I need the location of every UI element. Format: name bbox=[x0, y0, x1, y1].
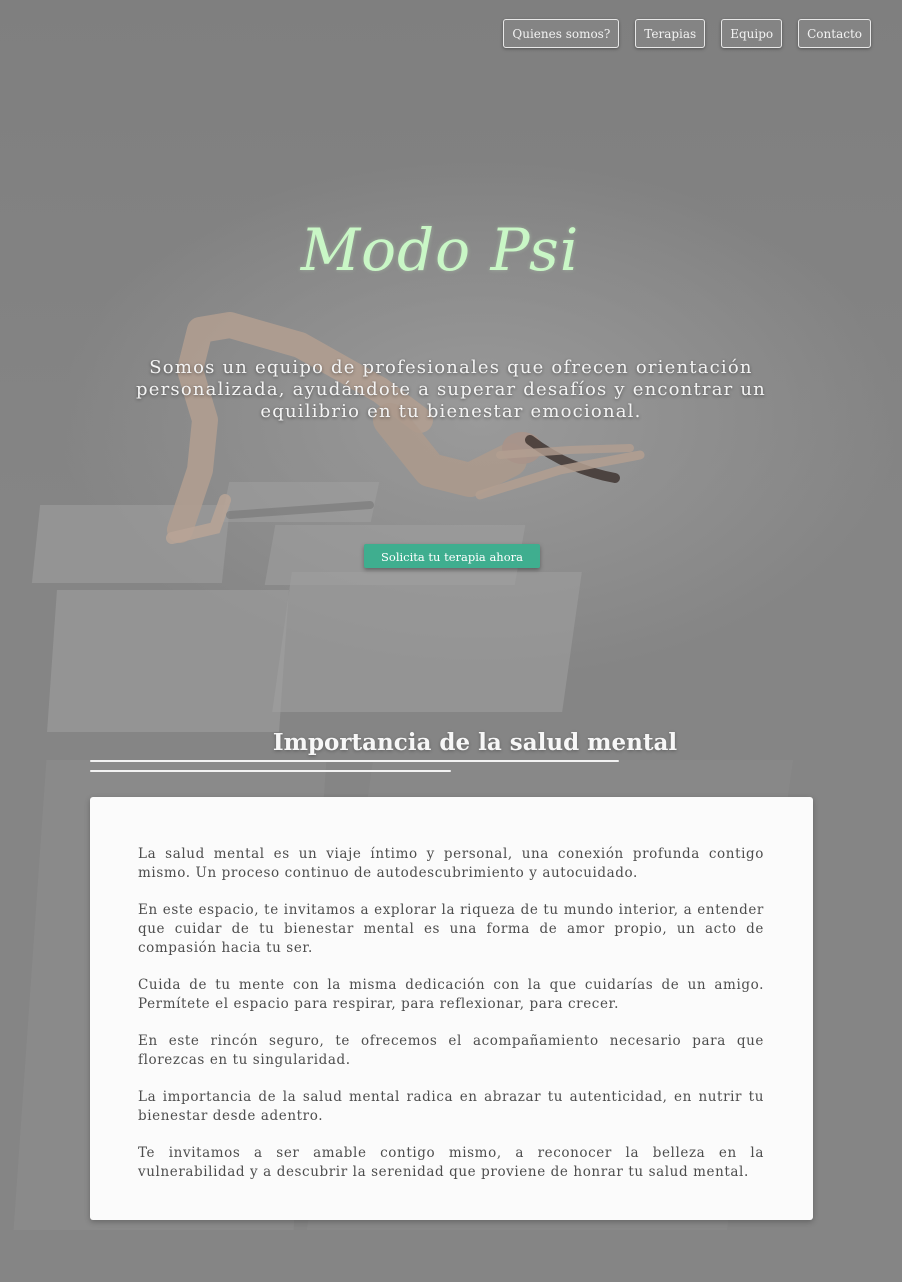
card-paragraph: La salud mental es un viaje íntimo y per… bbox=[138, 846, 764, 881]
woman-stretching-image bbox=[166, 312, 645, 544]
card-paragraph: Cuida de tu mente con la misma dedicació… bbox=[138, 977, 764, 1012]
section-title: Importancia de la salud mental bbox=[272, 729, 678, 756]
hero-tagline: Somos un equipo de profesionales que ofr… bbox=[136, 357, 766, 422]
logo: Modo Psi bbox=[295, 205, 585, 295]
card-paragraph: En este rincón seguro, te ofrecemos el a… bbox=[138, 1033, 764, 1068]
title-underline bbox=[90, 760, 619, 762]
mental-health-card: La salud mental es un viaje íntimo y per… bbox=[90, 797, 813, 1220]
nav-item-quienes-somos[interactable]: Quienes somos? bbox=[503, 19, 620, 48]
card-paragraph: En este espacio, te invitamos a explorar… bbox=[138, 902, 764, 956]
card-paragraph: Te invitamos a ser amable contigo mismo,… bbox=[138, 1145, 764, 1180]
top-nav: Quienes somos? Terapias Equipo Contacto bbox=[503, 19, 871, 48]
request-therapy-button[interactable]: Solicita tu terapia ahora bbox=[364, 544, 540, 568]
title-underline-short bbox=[90, 770, 451, 772]
nav-item-contacto[interactable]: Contacto bbox=[798, 19, 871, 48]
logo-text: Modo Psi bbox=[300, 216, 580, 284]
nav-item-equipo[interactable]: Equipo bbox=[721, 19, 783, 48]
card-body: La salud mental es un viaje íntimo y per… bbox=[138, 845, 764, 1200]
card-paragraph: La importancia de la salud mental radica… bbox=[138, 1089, 764, 1124]
nav-item-terapias[interactable]: Terapias bbox=[635, 19, 706, 48]
